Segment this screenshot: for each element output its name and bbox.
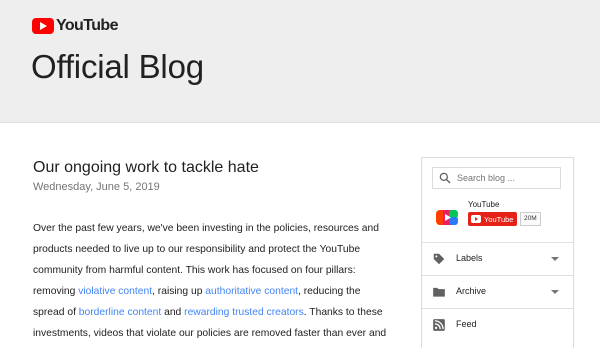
chevron-down-icon[interactable] (551, 257, 559, 261)
sidebar: Search blog ... YouTube YouTube 20M Labe… (421, 157, 574, 348)
search-box[interactable]: Search blog ... (432, 167, 561, 189)
sidebar-item-label: Feed (456, 319, 477, 329)
subscribe-button[interactable]: YouTube (468, 212, 518, 226)
youtube-logo[interactable]: YouTube (32, 16, 118, 36)
channel-widget: YouTube YouTube 20M (434, 200, 564, 232)
channel-avatar[interactable] (434, 204, 460, 230)
chevron-down-icon[interactable] (551, 290, 559, 294)
youtube-play-icon (32, 18, 54, 34)
search-icon (439, 172, 451, 184)
sidebar-item-feed[interactable]: Feed (422, 308, 573, 341)
post-body: Over the past few years, we've been inve… (33, 218, 388, 344)
logo-text: YouTube (56, 17, 118, 34)
folder-icon (433, 287, 445, 297)
rss-feed-icon (433, 319, 445, 331)
sidebar-item-label: Archive (456, 286, 487, 296)
blog-post: Our ongoing work to tackle hate Wednesda… (33, 158, 388, 354)
subscribe-label: YouTube (484, 214, 514, 224)
violative-content-link[interactable]: violative content (78, 286, 152, 297)
rewarding-trusted-creators-link[interactable]: rewarding trusted creators (184, 307, 304, 318)
body-text: and (161, 307, 185, 318)
youtube-play-icon (471, 215, 481, 223)
subscriber-count: 20M (520, 212, 541, 226)
post-title[interactable]: Our ongoing work to tackle hate (33, 158, 388, 178)
label-tag-icon (433, 253, 445, 265)
search-input[interactable]: Search blog ... (457, 173, 515, 183)
body-text: , raising up (152, 286, 206, 297)
borderline-content-link[interactable]: borderline content (79, 307, 161, 318)
blog-title[interactable]: Official Blog (31, 48, 204, 86)
channel-name: YouTube (468, 200, 500, 209)
blog-header: YouTube Official Blog (0, 0, 600, 123)
post-date: Wednesday, June 5, 2019 (33, 181, 160, 193)
authoritative-content-link[interactable]: authoritative content (205, 286, 298, 297)
sidebar-item-archive[interactable]: Archive (422, 275, 573, 308)
sidebar-item-label: Labels (456, 253, 483, 263)
youtube-channel-logo-icon (436, 210, 458, 225)
sidebar-item-labels[interactable]: Labels (422, 242, 573, 275)
